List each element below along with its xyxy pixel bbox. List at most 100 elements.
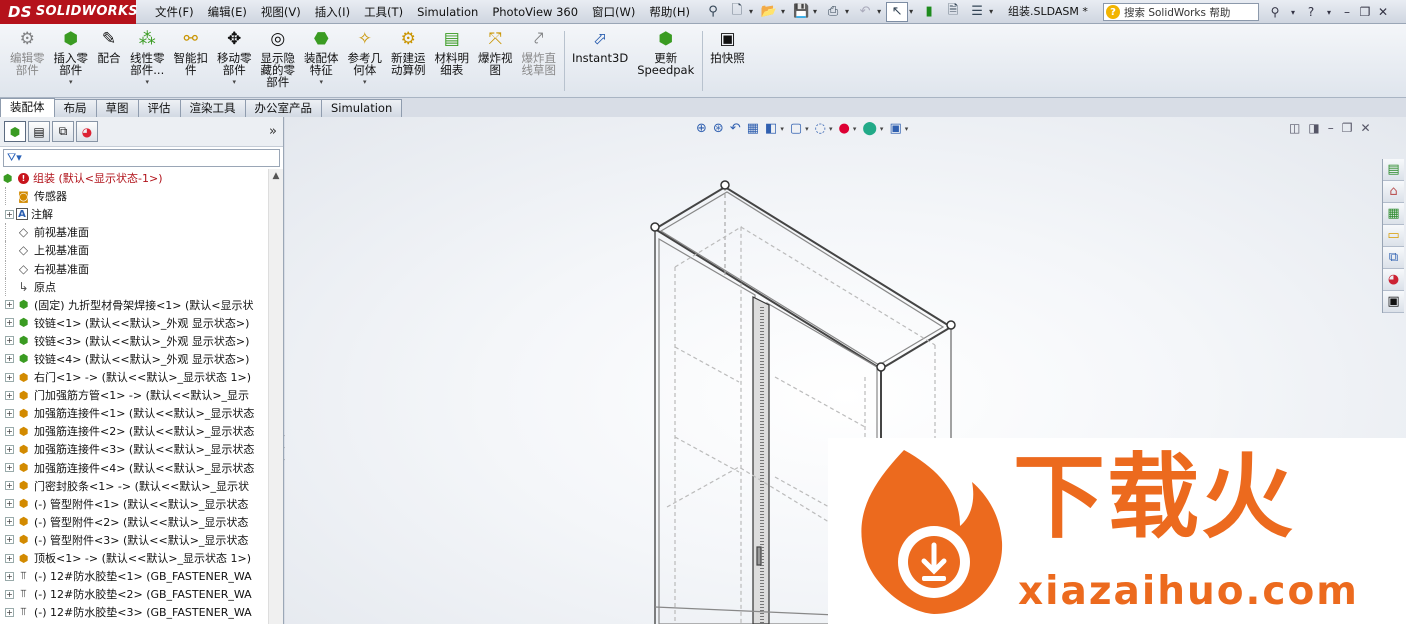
chevron-down-icon[interactable]: ▾ bbox=[69, 78, 73, 86]
zoom-area-icon[interactable]: ⊛ bbox=[713, 121, 724, 136]
search-icon[interactable]: ⚲ bbox=[1266, 5, 1284, 19]
expand-icon[interactable]: + bbox=[5, 589, 14, 599]
property-manager-tab-icon[interactable]: ▤ bbox=[28, 121, 50, 142]
chevron-down-icon[interactable]: ▾ bbox=[749, 7, 753, 16]
expand-icon[interactable]: + bbox=[5, 553, 14, 563]
restore-icon[interactable]: ❐ bbox=[1356, 5, 1374, 19]
command-tab[interactable]: 办公室产品 bbox=[244, 99, 322, 117]
help-search-input[interactable]: ? 搜索 SolidWorks 帮助 bbox=[1103, 3, 1259, 21]
expand-panel-icon[interactable]: » bbox=[269, 124, 277, 139]
tree-item[interactable]: + ⬢ 铰链<3> (默认<<默认>_外观 显示状态>) bbox=[0, 332, 268, 350]
design-library-icon[interactable]: ▦ bbox=[1383, 203, 1404, 225]
chevron-down-icon[interactable]: ▾ bbox=[145, 78, 149, 86]
ribbon-button[interactable]: ⬢ 插入零 部件 ▾ bbox=[50, 27, 93, 97]
tree-item[interactable]: + ⬢ 加强筋连接件<1> (默认<<默认>_显示状态 bbox=[0, 404, 268, 422]
file-explorer-icon[interactable]: ▭ bbox=[1383, 225, 1404, 247]
ribbon-button[interactable]: ◎ 显示隐 藏的零 部件 bbox=[257, 27, 300, 97]
edit-appearance-icon[interactable]: ● bbox=[839, 121, 850, 136]
expand-icon[interactable]: + bbox=[5, 444, 14, 454]
tree-item[interactable]: + ⬢ 加强筋连接件<2> (默认<<默认>_显示状态 bbox=[0, 422, 268, 440]
save-icon[interactable]: 💾 bbox=[790, 2, 812, 22]
two-view-icon[interactable]: ◨ bbox=[1308, 121, 1319, 135]
tree-item[interactable]: ◇ 前视基准面 bbox=[0, 223, 268, 242]
previous-view-icon[interactable]: ↶ bbox=[730, 121, 741, 136]
menu-item[interactable]: 编辑(E) bbox=[201, 0, 254, 24]
zoom-to-fit-icon[interactable]: ⊕ bbox=[696, 121, 707, 136]
close-icon[interactable]: ✕ bbox=[1374, 5, 1392, 19]
view-settings-icon[interactable]: ▣ bbox=[889, 121, 901, 136]
print-icon[interactable]: ⎙ bbox=[822, 2, 844, 22]
ribbon-button[interactable]: ⬀ Instant3D bbox=[568, 27, 632, 97]
tree-item[interactable]: ◇ 右视基准面 bbox=[0, 259, 268, 278]
viewport-close-icon[interactable]: ✕ bbox=[1360, 121, 1370, 135]
tree-item[interactable]: + ⬢ 加强筋连接件<4> (默认<<默认>_显示状态 bbox=[0, 459, 268, 477]
expand-icon[interactable]: + bbox=[5, 209, 14, 219]
viewport-minimize-icon[interactable]: – bbox=[1328, 121, 1334, 135]
chevron-down-icon[interactable]: ▾ bbox=[853, 125, 857, 133]
expand-icon[interactable]: + bbox=[5, 463, 14, 473]
tree-item[interactable]: + ⬢ 加强筋连接件<3> (默认<<默认>_显示状态 bbox=[0, 440, 268, 458]
tree-item[interactable]: + ⬢ (-) 管型附件<3> (默认<<默认>_显示状态 bbox=[0, 531, 268, 549]
ribbon-button[interactable]: ✥ 移动零 部件 ▾ bbox=[213, 27, 256, 97]
chevron-down-icon[interactable]: ▾ bbox=[1284, 8, 1302, 17]
apply-scene-icon[interactable]: ⬤ bbox=[862, 121, 877, 136]
tree-item[interactable]: ◙ 传感器 bbox=[0, 187, 268, 206]
appearances-icon[interactable]: ◕ bbox=[1383, 269, 1404, 291]
display-manager-tab-icon[interactable]: ◕ bbox=[76, 121, 98, 142]
ribbon-button[interactable]: ⚯ 智能扣 件 bbox=[170, 27, 213, 97]
tree-item[interactable]: + A 注解 bbox=[0, 205, 268, 223]
expand-icon[interactable]: + bbox=[5, 571, 14, 581]
select-cursor-icon[interactable]: ↖ bbox=[886, 1, 909, 22]
menu-item[interactable]: Simulation bbox=[410, 0, 485, 24]
viewport-restore-icon[interactable]: ❐ bbox=[1342, 121, 1353, 135]
expand-icon[interactable]: + bbox=[5, 607, 14, 617]
section-view-icon[interactable]: ▦ bbox=[747, 121, 759, 136]
tree-item[interactable]: + ⬢ 铰链<1> (默认<<默认>_外观 显示状态>) bbox=[0, 314, 268, 332]
view-orientation-icon[interactable]: ◧ bbox=[765, 121, 777, 136]
tree-item[interactable]: + ⬢ (固定) 九折型材骨架焊接<1> (默认<显示状 bbox=[0, 296, 268, 314]
open-folder-icon[interactable]: 📂 bbox=[758, 2, 780, 22]
help-icon[interactable]: ? bbox=[1302, 5, 1320, 19]
expand-icon[interactable]: + bbox=[5, 426, 14, 436]
options-icon[interactable]: ☰ bbox=[966, 2, 988, 22]
expand-icon[interactable]: + bbox=[5, 336, 14, 346]
command-tab[interactable]: 布局 bbox=[53, 99, 97, 117]
command-tab[interactable]: 渲染工具 bbox=[179, 99, 246, 117]
feature-manager-tab-icon[interactable]: ⬢ bbox=[4, 121, 26, 142]
expand-icon[interactable]: + bbox=[5, 481, 14, 491]
ribbon-button[interactable]: ✎ 配合 bbox=[93, 27, 125, 97]
ribbon-button[interactable]: ⁂ 线性零 部件... ▾ bbox=[126, 27, 169, 97]
chevron-down-icon[interactable]: ▾ bbox=[813, 7, 817, 16]
chevron-down-icon[interactable]: ▾ bbox=[1320, 8, 1338, 17]
display-style-icon[interactable]: ▢ bbox=[790, 121, 802, 136]
tree-item[interactable]: + ⬢ 门加强筋方管<1> -> (默认<<默认>_显示 bbox=[0, 386, 268, 404]
ribbon-button[interactable]: ⚙ 新建运 动算例 bbox=[387, 27, 430, 97]
command-tab[interactable]: 草图 bbox=[95, 99, 139, 117]
chevron-down-icon[interactable]: ▾ bbox=[829, 125, 833, 133]
expand-icon[interactable]: + bbox=[5, 390, 14, 400]
solidworks-resources-icon[interactable]: ▤ bbox=[1383, 159, 1404, 181]
tree-item[interactable]: + ⫪ (-) 12#防水胶垫<2> (GB_FASTENER_WA bbox=[0, 585, 268, 603]
custom-properties-icon[interactable]: ▣ bbox=[1383, 291, 1404, 313]
pin-icon[interactable]: ⚲ bbox=[702, 2, 724, 22]
chevron-down-icon[interactable]: ▾ bbox=[319, 78, 323, 86]
tree-item[interactable]: + ⬢ 顶板<1> -> (默认<<默认>_显示状态 1>) bbox=[0, 549, 268, 567]
ribbon-button[interactable]: ⬣ 装配体 特征 ▾ bbox=[300, 27, 343, 97]
chevron-down-icon[interactable]: ▾ bbox=[877, 7, 881, 16]
chevron-down-icon[interactable]: ▾ bbox=[363, 78, 367, 86]
expand-icon[interactable]: + bbox=[5, 517, 14, 527]
tree-filter[interactable]: ⛛▾ bbox=[3, 149, 280, 167]
menu-item[interactable]: 文件(F) bbox=[148, 0, 201, 24]
rebuild-traffic-light-icon[interactable]: ▮ bbox=[918, 2, 940, 22]
single-view-icon[interactable]: ◫ bbox=[1289, 121, 1300, 135]
expand-icon[interactable]: + bbox=[5, 372, 14, 382]
menu-item[interactable]: PhotoView 360 bbox=[485, 0, 585, 24]
ribbon-button[interactable]: ⤤ 爆炸直 线草图 bbox=[518, 27, 561, 97]
tree-item[interactable]: + ⬢ 门密封胶条<1> -> (默认<<默认>_显示状 bbox=[0, 477, 268, 495]
ribbon-button[interactable]: ✧ 参考几 何体 ▾ bbox=[344, 27, 387, 97]
tree-item[interactable]: + ⬢ 铰链<4> (默认<<默认>_外观 显示状态>) bbox=[0, 350, 268, 368]
tree-item[interactable]: + ⫪ (-) 12#防水胶垫<1> (GB_FASTENER_WA bbox=[0, 567, 268, 585]
chevron-down-icon[interactable]: ▾ bbox=[880, 125, 884, 133]
undo-icon[interactable]: ↶ bbox=[854, 2, 876, 22]
chevron-down-icon[interactable]: ▾ bbox=[780, 125, 784, 133]
